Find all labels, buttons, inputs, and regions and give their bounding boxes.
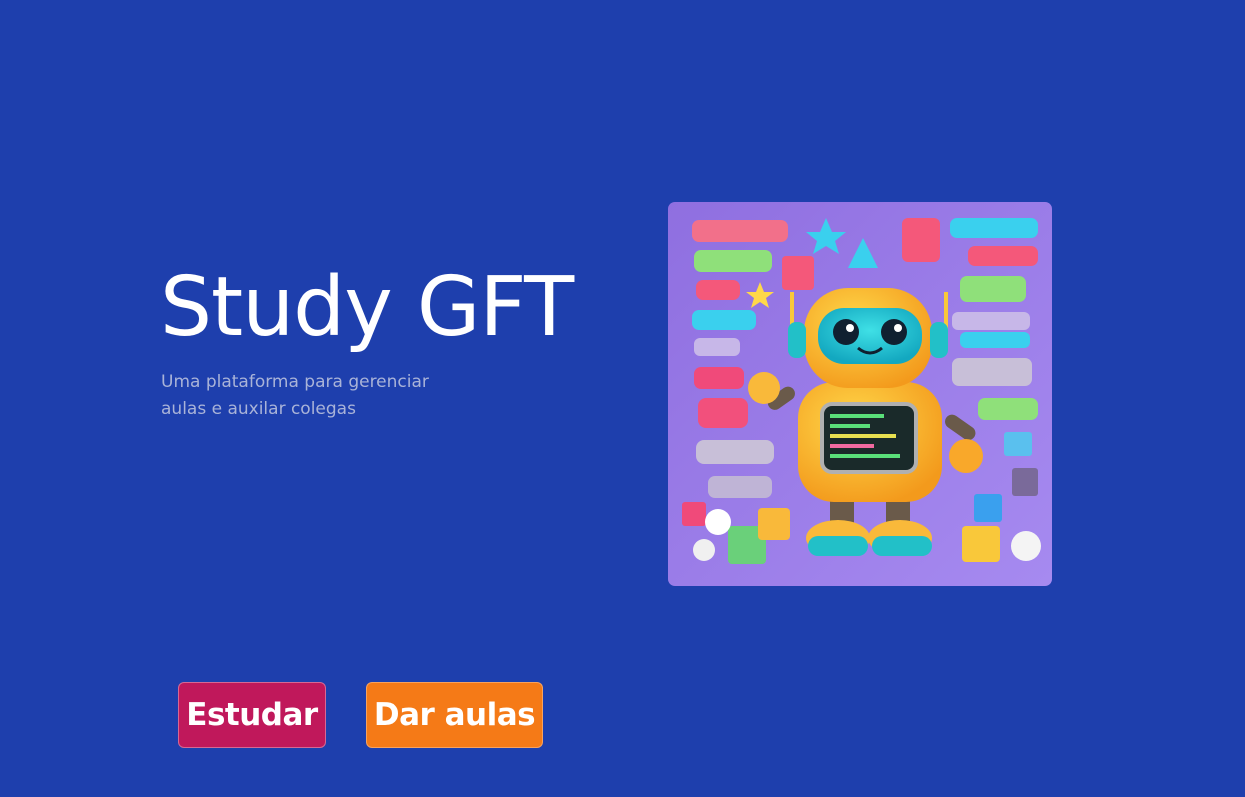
- teach-button[interactable]: Dar aulas: [366, 682, 543, 748]
- robot-illustration: [668, 202, 1052, 586]
- landing-page: Study GFT Uma plataforma para gerenciar …: [0, 0, 1245, 797]
- page-subtitle: Uma plataforma para gerenciar aulas e au…: [161, 372, 429, 419]
- study-button[interactable]: Estudar: [178, 682, 326, 748]
- page-title: Study GFT: [160, 260, 574, 355]
